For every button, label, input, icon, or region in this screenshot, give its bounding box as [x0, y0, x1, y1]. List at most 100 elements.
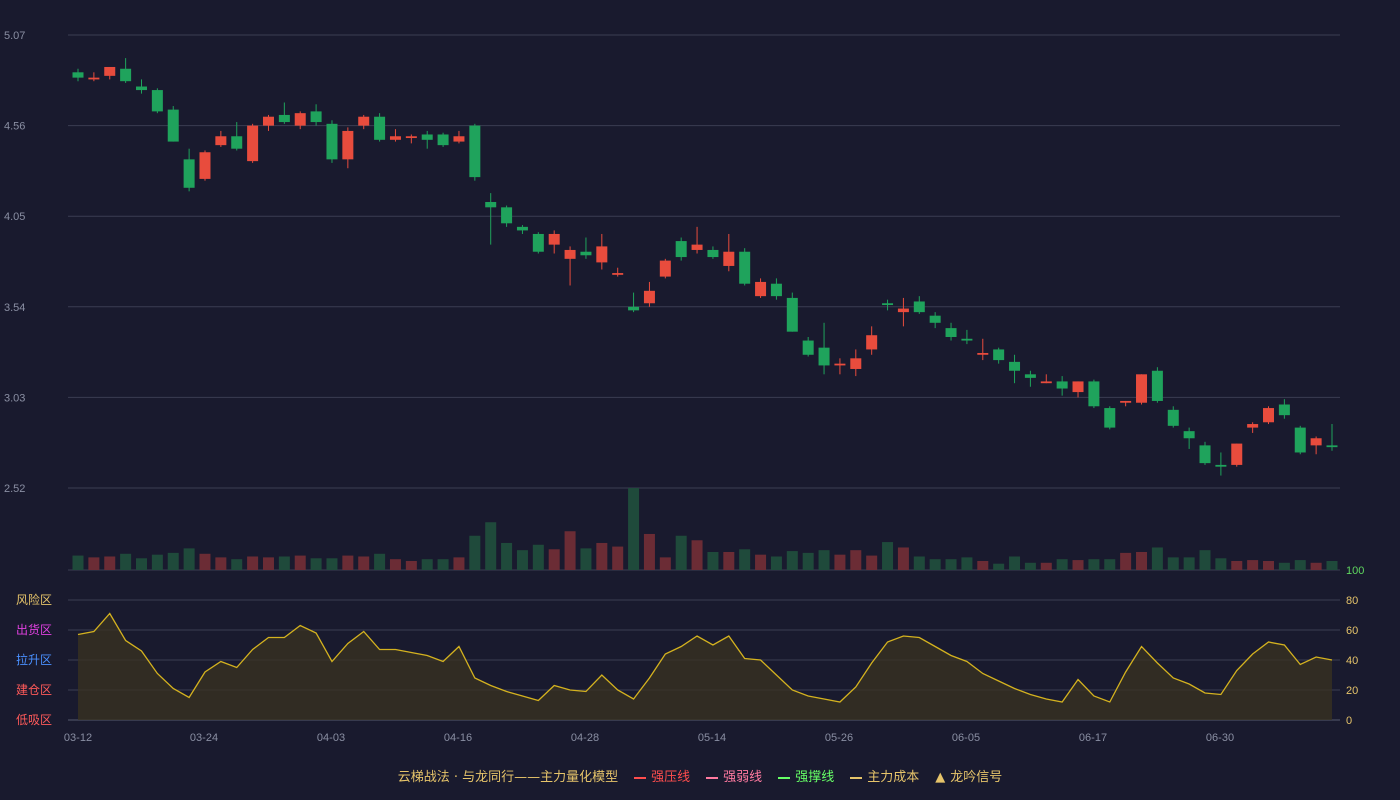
candle-body — [1199, 445, 1211, 464]
volume-bar — [786, 551, 798, 570]
volume-bar — [183, 548, 195, 570]
volume-bar — [1326, 560, 1338, 570]
zone-label: 低吸区 — [16, 713, 52, 727]
candle-body — [929, 315, 941, 323]
volume-bar — [199, 553, 211, 570]
volume-bar — [262, 557, 274, 570]
candle-body — [247, 125, 259, 162]
chart-canvas: 2.52 3.03 3.54 4.05 4.56 5.07 0 20 40 60 80 100 风险区出… — [4, 30, 1364, 744]
volume-bar — [977, 560, 989, 570]
candle-body — [834, 363, 846, 366]
candle-body — [707, 249, 719, 258]
legend-swatch — [634, 776, 647, 779]
oscillator-tick-label: 40 — [1346, 655, 1358, 667]
volume-bar — [389, 559, 401, 570]
candle-body — [1231, 443, 1243, 465]
volume-bar — [72, 555, 84, 570]
candle-body — [628, 306, 640, 311]
price-tick-label: 4.05 — [4, 211, 25, 223]
candle-body — [1247, 424, 1259, 428]
legend-label: 强撑线 — [795, 770, 835, 785]
candle-body — [850, 358, 862, 369]
volume-bar — [342, 555, 354, 570]
candle-body — [1151, 370, 1163, 401]
candle-body — [532, 233, 544, 252]
candle-body — [215, 136, 227, 146]
candle-body — [405, 136, 417, 139]
volume-bar — [580, 548, 592, 570]
candle-body — [1024, 374, 1036, 378]
x-tick-label: 05-14 — [698, 732, 726, 744]
oscillator-tick-label: 80 — [1346, 595, 1358, 607]
candle-body — [294, 113, 306, 126]
x-tick-label: 03-12 — [64, 732, 92, 744]
candle-body — [1136, 374, 1148, 403]
volume-bar — [1263, 560, 1275, 570]
volume-bar — [421, 559, 433, 570]
candle-body — [945, 328, 957, 337]
volume-bar — [167, 552, 179, 570]
candle-body — [691, 244, 703, 250]
volume-bar — [834, 554, 846, 570]
legend-label: 云梯战法 · 与龙同行——主力量化模型 — [397, 770, 619, 785]
legend-item: ▲ 龙吟信号 — [935, 766, 1002, 785]
candle-body — [993, 349, 1005, 361]
legend-swatch — [778, 776, 791, 779]
volume-bar — [897, 547, 909, 570]
volume-bar — [485, 522, 497, 570]
volume-bar — [1167, 557, 1179, 570]
candle-body — [374, 116, 386, 140]
candle-body — [1167, 409, 1179, 426]
volume-bar — [151, 554, 163, 570]
candle-body — [770, 283, 782, 297]
candle-body — [548, 233, 560, 245]
candle-body — [1072, 381, 1084, 393]
candle-body — [1263, 408, 1275, 423]
x-tick-label: 05-26 — [825, 732, 853, 744]
candle-body — [358, 116, 370, 126]
candle-body — [1056, 381, 1068, 389]
volume-bar — [120, 553, 132, 570]
candle-body — [1104, 408, 1116, 428]
candle-body — [612, 273, 624, 275]
volume-bar — [231, 559, 243, 570]
volume-bar — [929, 559, 941, 570]
oscillator-tick-label: 0 — [1346, 715, 1352, 727]
volume-bar — [215, 557, 227, 570]
legend-item: 云梯战法 · 与龙同行——主力量化模型 — [398, 766, 618, 785]
candle-body — [310, 111, 322, 123]
price-tick-label: 2.52 — [4, 483, 25, 495]
volume-bar — [675, 535, 687, 570]
candle-body — [151, 90, 163, 112]
zone-label: 建仓区 — [16, 683, 52, 697]
candle-body — [1040, 381, 1052, 384]
volume-bar — [691, 540, 703, 570]
volume-bar — [882, 542, 894, 570]
legend-swatch — [706, 776, 719, 779]
volume-bar — [1120, 552, 1132, 570]
chart-legend: 云梯战法 · 与龙同行——主力量化模型 强压线 强弱线 强撑线 主力成本 ▲ 龙吟信号 — [0, 766, 1400, 786]
x-tick-label: 06-05 — [952, 732, 980, 744]
volume-bar — [247, 556, 259, 570]
volume-bar — [1040, 562, 1052, 570]
candle-body — [485, 201, 497, 208]
volume-bar — [1104, 559, 1116, 570]
price-tick-label: 5.07 — [4, 30, 25, 42]
volume-bar — [1199, 550, 1211, 570]
volume-bar — [278, 556, 290, 570]
volume-bar — [596, 542, 608, 570]
zone-label: 出货区 — [16, 622, 52, 637]
zone-label: 拉升区 — [16, 652, 52, 667]
volume-bar — [945, 559, 957, 570]
volume-bar — [961, 557, 973, 570]
candle-body — [326, 123, 338, 160]
legend-swatch — [850, 776, 863, 779]
volume-bar — [548, 549, 560, 570]
candle-body — [389, 136, 401, 140]
volume-bar — [755, 554, 767, 570]
legend-label: 强压线 — [651, 770, 691, 785]
volume-bar — [1151, 547, 1163, 570]
volume-bar — [532, 544, 544, 570]
volume-bar — [1247, 560, 1259, 570]
price-tick-label: 4.56 — [4, 121, 25, 133]
